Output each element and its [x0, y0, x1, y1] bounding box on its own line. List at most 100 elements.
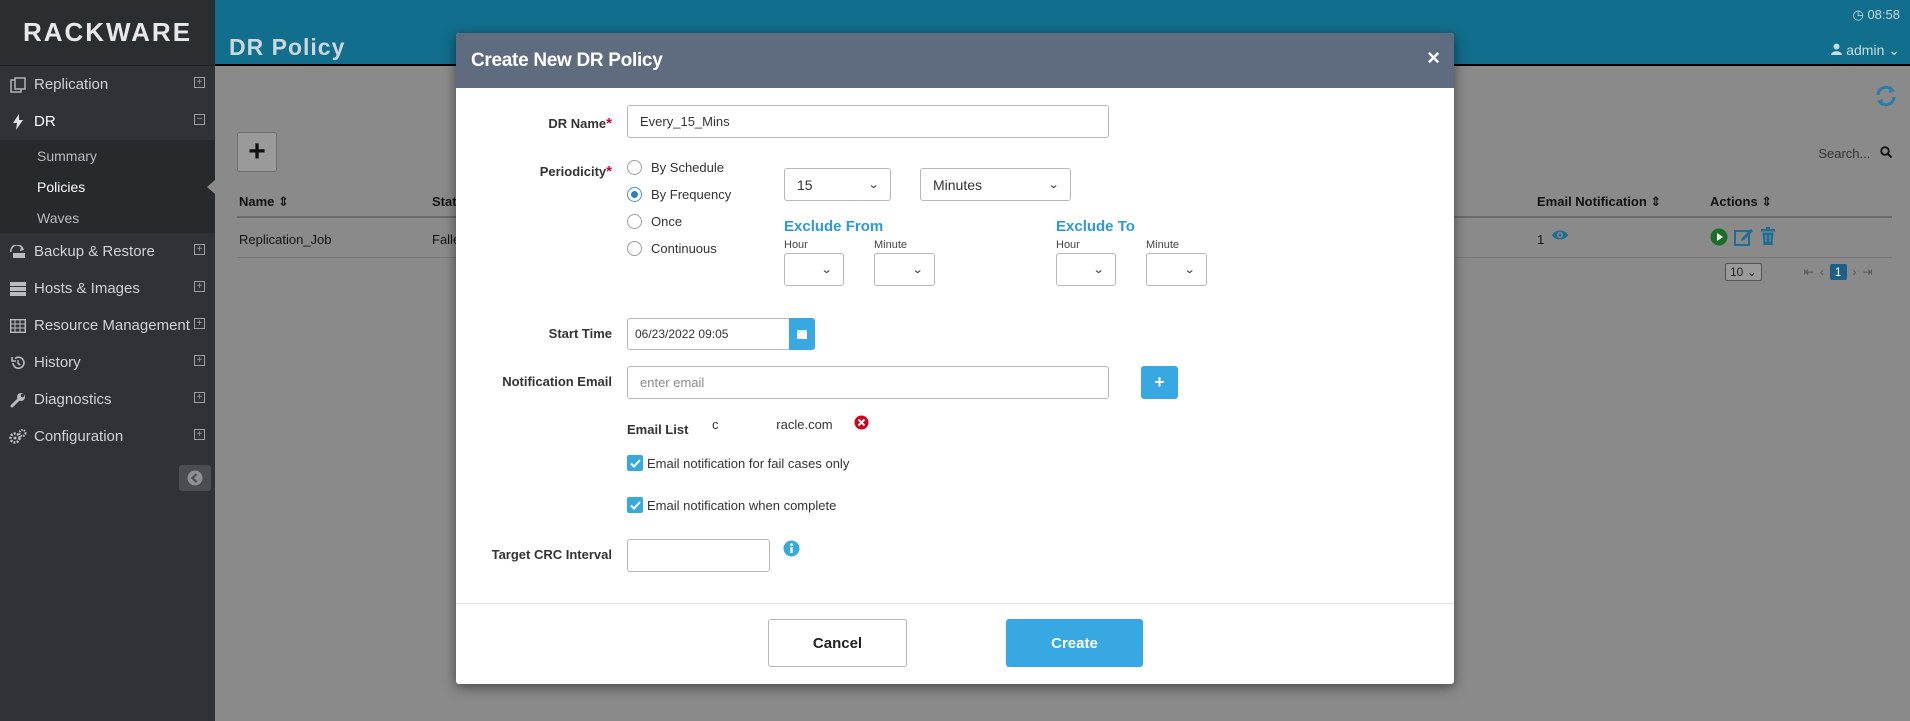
play-icon[interactable] [1710, 228, 1728, 249]
frequency-value-select[interactable]: 15 ⌄ [784, 168, 891, 201]
sidebar: RACKWARE Replication + DR − Summary Poli… [0, 0, 215, 721]
exclude-to-hour-select[interactable]: ⌄ [1056, 253, 1116, 286]
sidebar-item-hosts-images[interactable]: Hosts & Images + [0, 270, 215, 307]
exclude-from-title: Exclude From [784, 218, 884, 235]
sidebar-item-replication[interactable]: Replication + [0, 66, 215, 103]
radio-button[interactable] [627, 241, 642, 256]
expand-icon[interactable]: + [194, 355, 205, 366]
page-size-select[interactable]: 10 ⌄ [1725, 263, 1762, 281]
search-placeholder: Search... [1818, 146, 1871, 161]
expand-icon[interactable]: + [194, 77, 205, 88]
wrench-icon [8, 390, 28, 410]
exclude-to-minute-label: Minute [1146, 239, 1180, 251]
radio-continuous[interactable]: Continuous [627, 241, 717, 256]
exclude-to-title: Exclude To [1056, 218, 1135, 235]
trash-icon[interactable] [1760, 227, 1776, 248]
search-icon [1880, 146, 1893, 161]
notification-email-input[interactable]: enter email [627, 366, 1109, 399]
email-list-entry: c racle.com [712, 417, 833, 432]
dr-name-input[interactable]: Every_15_Mins [627, 105, 1109, 138]
create-button[interactable]: Create [1006, 619, 1143, 667]
search-input[interactable]: Search... [1818, 146, 1893, 161]
dr-name-label: DR Name* [476, 115, 612, 132]
sidebar-item-diagnostics[interactable]: Diagnostics + [0, 381, 215, 418]
radio-button[interactable] [627, 160, 642, 175]
radio-button-selected[interactable] [627, 187, 642, 202]
target-crc-input[interactable] [627, 539, 770, 572]
periodicity-label: Periodicity* [476, 163, 612, 180]
sidebar-subitem-waves[interactable]: Waves [0, 202, 215, 233]
current-page[interactable]: 1 [1829, 264, 1847, 280]
sidebar-item-dr[interactable]: DR − [0, 103, 215, 140]
eye-icon[interactable] [1551, 228, 1569, 245]
required-marker: * [606, 163, 612, 180]
exclude-to-minute-select[interactable]: ⌄ [1146, 253, 1207, 286]
email-list-label: Email List [627, 422, 689, 437]
remove-email-icon[interactable] [854, 415, 869, 433]
sort-icon: ⇕ [278, 194, 289, 209]
sidebar-subitem-policies[interactable]: Policies [0, 171, 215, 202]
radio-label: By Frequency [651, 187, 732, 202]
column-header-name[interactable]: Name ⇕ [239, 194, 289, 210]
sidebar-item-label: Diagnostics [34, 391, 112, 408]
radio-once[interactable]: Once [627, 214, 682, 229]
collapse-sidebar-button[interactable] [179, 465, 211, 491]
radio-by-frequency[interactable]: By Frequency [627, 187, 731, 202]
refresh-icon[interactable] [1874, 84, 1898, 111]
expand-icon[interactable]: + [194, 244, 205, 255]
radio-button[interactable] [627, 214, 642, 229]
checkbox-when-complete[interactable]: Email notification when complete [627, 497, 836, 513]
exclude-from-hour-label: Hour [784, 239, 808, 251]
edit-icon[interactable] [1734, 227, 1754, 249]
gears-icon [8, 427, 28, 447]
sidebar-item-configuration[interactable]: Configuration + [0, 418, 215, 455]
column-header-email-notification[interactable]: Email Notification ⇕ [1537, 194, 1661, 210]
start-time-label: Start Time [548, 326, 612, 341]
chevron-down-icon: ⌄ [1888, 42, 1900, 58]
next-page-icon[interactable]: › [1853, 265, 1857, 279]
column-header-status[interactable]: Stat [432, 194, 457, 209]
start-time-input[interactable]: 06/23/2022 09:05 [627, 318, 790, 350]
sidebar-subitem-summary[interactable]: Summary [0, 140, 215, 171]
expand-icon[interactable]: + [194, 392, 205, 403]
expand-icon[interactable]: + [194, 318, 205, 329]
close-icon[interactable]: × [1427, 45, 1440, 71]
sidebar-item-label: Replication [34, 76, 109, 93]
checkbox-checked-icon[interactable] [627, 497, 643, 513]
expand-icon[interactable]: + [194, 429, 205, 440]
sidebar-item-label: Configuration [34, 428, 124, 445]
collapse-icon[interactable]: − [194, 114, 205, 125]
dialog-footer: Cancel Create [456, 603, 1454, 684]
checkbox-fail-cases-only[interactable]: Email notification for fail cases only [627, 455, 849, 471]
info-icon[interactable] [783, 540, 800, 560]
add-policy-button[interactable]: + [237, 132, 277, 172]
radio-by-schedule[interactable]: By Schedule [627, 160, 724, 175]
column-header-actions[interactable]: Actions ⇕ [1710, 194, 1772, 210]
exclude-from-minute-select[interactable]: ⌄ [874, 253, 935, 286]
frequency-unit-select[interactable]: Minutes ⌄ [920, 168, 1071, 201]
dialog-title: Create New DR Policy [471, 49, 663, 71]
chevron-down-icon: ⌄ [820, 264, 833, 276]
expand-icon[interactable]: + [194, 281, 205, 292]
radio-label: By Schedule [651, 160, 724, 175]
sidebar-item-history[interactable]: History + [0, 344, 215, 381]
cancel-button[interactable]: Cancel [768, 619, 907, 667]
user-icon [1831, 42, 1846, 58]
user-menu[interactable]: admin ⌄ [1831, 42, 1900, 59]
last-page-icon[interactable]: ⇥ [1863, 265, 1873, 279]
radio-label: Once [651, 214, 683, 229]
first-page-icon[interactable]: ⇤ [1804, 265, 1814, 279]
clock: ◷ 08:58 [1852, 7, 1900, 23]
add-email-button[interactable]: + [1141, 366, 1178, 399]
chevron-down-icon: ⌄ [1092, 264, 1105, 276]
replication-icon [8, 75, 28, 95]
brand-logo: RACKWARE [0, 0, 215, 66]
calendar-button[interactable] [789, 318, 815, 350]
exclude-from-hour-select[interactable]: ⌄ [784, 253, 844, 286]
arrow-left-circle-icon [187, 470, 203, 486]
sidebar-item-resource-management[interactable]: Resource Management + [0, 307, 215, 344]
checkbox-checked-icon[interactable] [627, 455, 643, 471]
sidebar-item-backup-restore[interactable]: Backup & Restore + [0, 233, 215, 270]
prev-page-icon[interactable]: ‹ [1820, 265, 1824, 279]
user-name: admin [1846, 42, 1885, 58]
